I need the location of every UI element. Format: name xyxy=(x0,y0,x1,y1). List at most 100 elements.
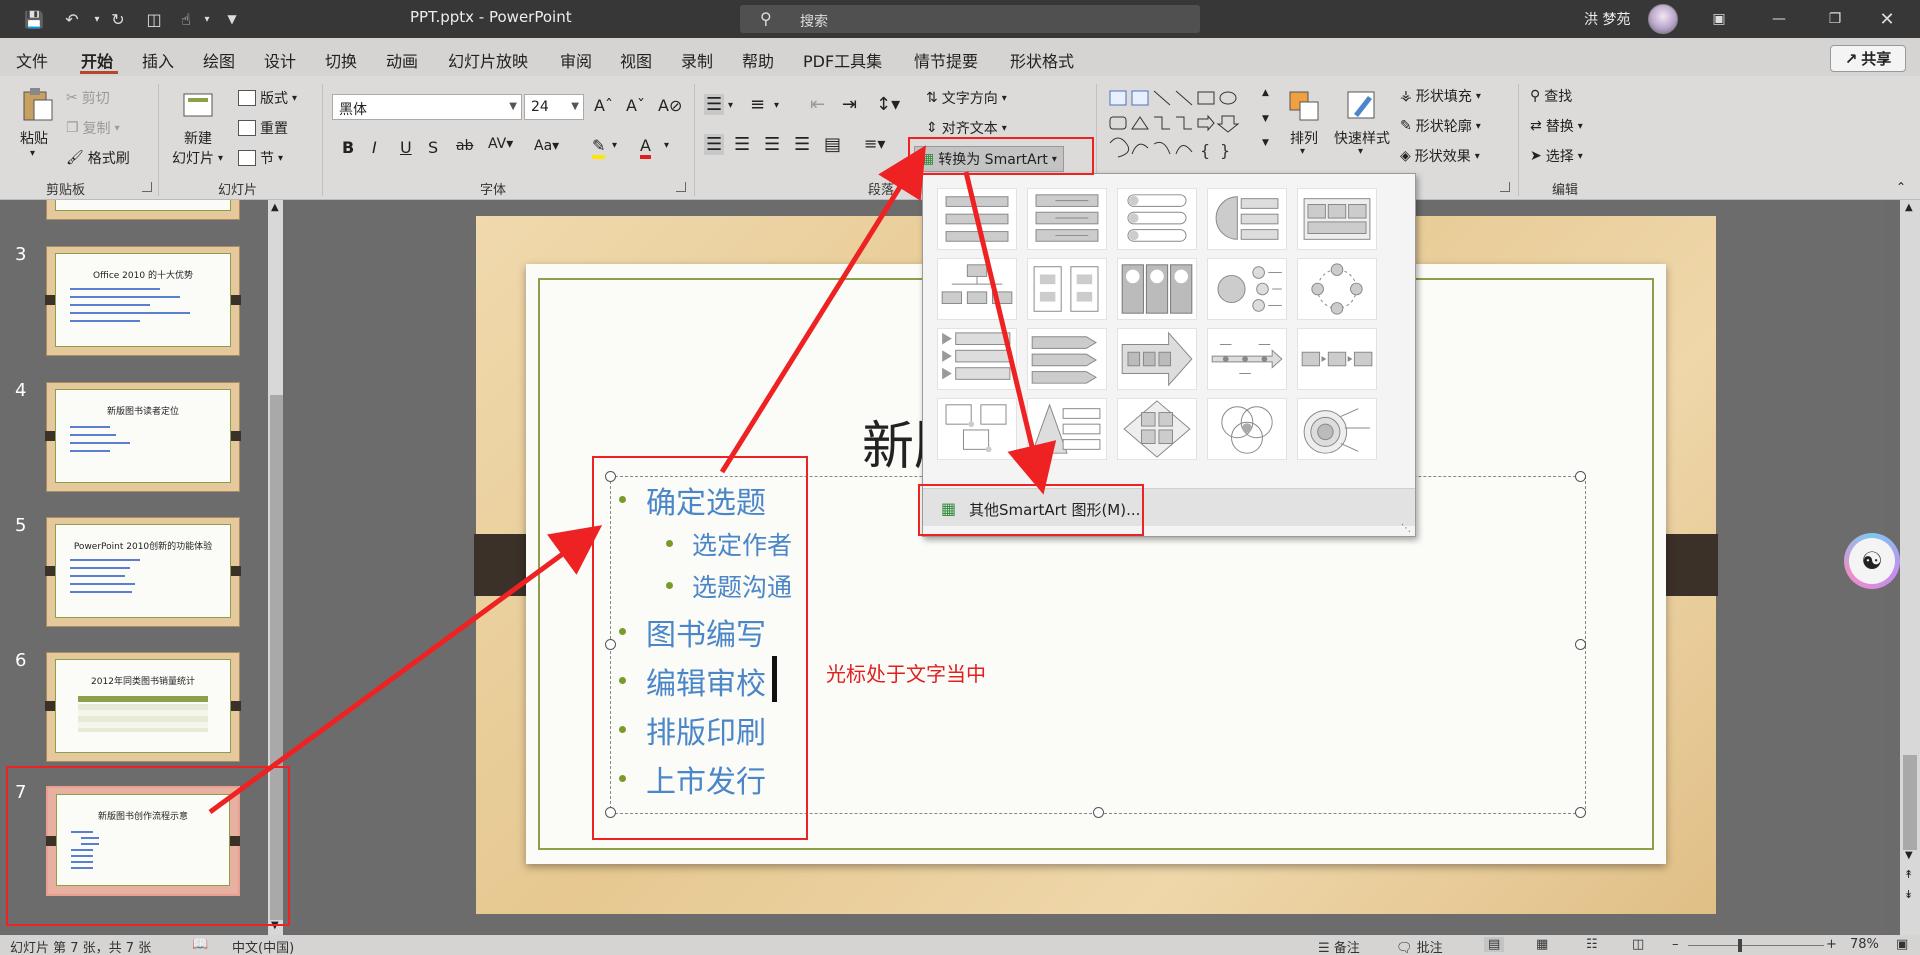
text-direction-button[interactable]: ⇅ 文字方向 ▾ xyxy=(926,88,1007,108)
smartart-layout-pyramid[interactable] xyxy=(1027,398,1107,460)
layout-button[interactable]: 版式 ▾ xyxy=(238,88,297,108)
format-painter-button[interactable]: 🖌 格式刷 xyxy=(66,148,130,168)
smartart-layout-target[interactable] xyxy=(1297,398,1377,460)
resize-grip-icon[interactable]: ⋱ xyxy=(1401,523,1411,534)
restore-icon[interactable]: ❐ xyxy=(1818,6,1852,32)
new-slide-icon[interactable] xyxy=(180,88,216,124)
quick-styles-icon[interactable] xyxy=(1344,88,1380,124)
minimize-icon[interactable]: — xyxy=(1762,6,1796,32)
undo-dropdown-icon[interactable]: ▾ xyxy=(90,7,104,31)
font-color-dropdown-icon[interactable]: ▾ xyxy=(664,140,669,151)
tab-review[interactable]: 审阅 xyxy=(560,48,592,72)
tab-help[interactable]: 帮助 xyxy=(742,48,774,72)
char-spacing-icon[interactable]: AV▾ xyxy=(488,136,513,152)
bullets-dropdown-icon[interactable]: ▾ xyxy=(728,100,733,111)
resize-handle[interactable] xyxy=(1093,807,1104,818)
fit-to-window-icon[interactable]: ▣ xyxy=(1896,937,1908,952)
shape-effects-button[interactable]: ◈ 形状效果 ▾ xyxy=(1400,146,1480,166)
smartart-layout-basic-process[interactable] xyxy=(1297,328,1377,390)
tab-view[interactable]: 视图 xyxy=(620,48,652,72)
numbering-dropdown-icon[interactable]: ▾ xyxy=(774,100,779,111)
smartart-layout-curved-list[interactable] xyxy=(1207,188,1287,250)
smartart-layout-radial-list[interactable] xyxy=(1207,258,1287,320)
thumbnail-slide-2[interactable] xyxy=(46,200,240,220)
resize-handle[interactable] xyxy=(1575,471,1586,482)
zoom-slider-thumb[interactable] xyxy=(1738,939,1742,952)
smartart-layout-picture-accent[interactable] xyxy=(937,398,1017,460)
thumbnail-slide-3[interactable]: Office 2010 的十大优势 xyxy=(45,246,241,356)
user-name[interactable]: 洪 梦苑 xyxy=(1584,9,1630,29)
touch-mode-icon[interactable]: ☝ xyxy=(172,7,200,31)
section-button[interactable]: 节 ▾ xyxy=(238,148,283,168)
smartart-layout-venn[interactable] xyxy=(1207,398,1287,460)
touch-dropdown-icon[interactable]: ▾ xyxy=(200,7,214,31)
tab-record[interactable]: 录制 xyxy=(681,48,713,72)
tab-draw[interactable]: 绘图 xyxy=(203,48,235,72)
present-icon[interactable]: ◫ xyxy=(140,7,168,31)
clear-format-icon[interactable]: A⊘ xyxy=(658,96,682,115)
shapes-more-icon[interactable]: ▼ xyxy=(1262,138,1269,148)
replace-button[interactable]: ⇄ 替换 ▾ xyxy=(1530,116,1583,136)
language[interactable]: 中文(中国) xyxy=(232,937,294,955)
new-slide-button[interactable]: 幻灯片 ▾ xyxy=(172,148,223,168)
find-button[interactable]: ⚲ 查找 xyxy=(1530,86,1572,106)
columns-icon[interactable]: ≡▾ xyxy=(864,134,885,153)
justify-icon[interactable]: ☰ xyxy=(794,134,810,155)
align-text-button[interactable]: ⇕ 对齐文本 ▾ xyxy=(926,118,1007,138)
quick-styles-label[interactable]: 快速样式 xyxy=(1334,128,1390,148)
slideshow-icon[interactable]: ◫ xyxy=(1632,937,1644,952)
align-center-icon[interactable]: ☰ xyxy=(734,134,750,155)
thumbnail-slide-6[interactable]: 2012年同类图书销量统计 xyxy=(45,652,241,762)
line-spacing-icon[interactable]: ↕▾ xyxy=(876,94,900,115)
close-icon[interactable]: ✕ xyxy=(1870,6,1904,32)
smartart-layout-list[interactable] xyxy=(1027,188,1107,250)
shadow-icon[interactable]: S xyxy=(428,138,438,157)
scrollbar-thumb[interactable] xyxy=(1903,755,1917,850)
strikethrough-icon[interactable]: ab xyxy=(456,138,473,154)
change-case-icon[interactable]: Aa▾ xyxy=(534,138,559,154)
smartart-layout-table-list[interactable] xyxy=(1297,188,1377,250)
align-left-icon[interactable]: ☰ xyxy=(704,134,725,155)
avatar[interactable] xyxy=(1648,4,1678,34)
clipboard-launcher-icon[interactable] xyxy=(142,182,152,192)
decrease-indent-icon[interactable]: ⇤ xyxy=(810,94,825,115)
arrange-icon[interactable] xyxy=(1286,88,1322,124)
smartart-layout-process-arrow[interactable] xyxy=(1117,328,1197,390)
smartart-layout-matrix[interactable] xyxy=(1117,398,1197,460)
scroll-up-icon[interactable]: ▲ xyxy=(1905,202,1913,213)
editor-scrollbar[interactable]: ▲ ▼ ↟ ↡ xyxy=(1900,200,1920,935)
comments-button[interactable]: 🗨 批注 xyxy=(1396,937,1443,955)
next-slide-icon[interactable]: ↡ xyxy=(1904,888,1913,901)
smartart-layout-bracket-list[interactable] xyxy=(1027,258,1107,320)
slide-sorter-icon[interactable]: ▦ xyxy=(1536,937,1548,952)
cut-button[interactable]: ✂ 剪切 xyxy=(66,88,110,108)
drawing-launcher-icon[interactable] xyxy=(1500,182,1510,192)
customize-toolbar-icon[interactable]: ▼ xyxy=(222,7,242,31)
spell-check-icon[interactable]: 📖 xyxy=(192,937,208,952)
smartart-layout-hierarchy[interactable] xyxy=(937,258,1017,320)
smartart-layout-rounded-list[interactable] xyxy=(1117,188,1197,250)
smartart-layout-cycle[interactable] xyxy=(1297,258,1377,320)
select-button[interactable]: ➤ 选择 ▾ xyxy=(1530,146,1583,166)
thumbnail-slide-4[interactable]: 新版图书读者定位 xyxy=(45,382,241,492)
font-name-select[interactable]: 黑体 ▼ xyxy=(332,94,522,120)
shapes-gallery[interactable]: {} xyxy=(1108,88,1258,164)
paste-dropdown-icon[interactable]: ▾ xyxy=(30,148,35,159)
resize-handle[interactable] xyxy=(1575,807,1586,818)
tab-design[interactable]: 设计 xyxy=(264,48,296,72)
undo-icon[interactable]: ↶ xyxy=(58,7,86,31)
smartart-layout-arrow-list[interactable] xyxy=(1027,328,1107,390)
smartart-layout-vertical-list[interactable] xyxy=(937,188,1017,250)
smartart-layout-chevron-list[interactable] xyxy=(937,328,1017,390)
font-color-icon[interactable]: A xyxy=(640,136,651,159)
align-right-icon[interactable]: ☰ xyxy=(764,134,780,155)
bold-icon[interactable]: B xyxy=(342,138,354,157)
resize-handle[interactable] xyxy=(1575,639,1586,650)
highlight-icon[interactable]: ✎ xyxy=(592,136,606,159)
tab-storyboard[interactable]: 情节提要 xyxy=(914,48,978,72)
thumbnail-slide-5[interactable]: PowerPoint 2010创新的功能体验 xyxy=(45,517,241,627)
copy-button[interactable]: ❐ 复制 ▾ xyxy=(66,118,120,138)
decrease-font-icon[interactable]: Aˇ xyxy=(626,96,645,115)
shape-outline-button[interactable]: ✎ 形状轮廓 ▾ xyxy=(1400,116,1481,136)
save-icon[interactable]: 💾 xyxy=(20,7,48,31)
